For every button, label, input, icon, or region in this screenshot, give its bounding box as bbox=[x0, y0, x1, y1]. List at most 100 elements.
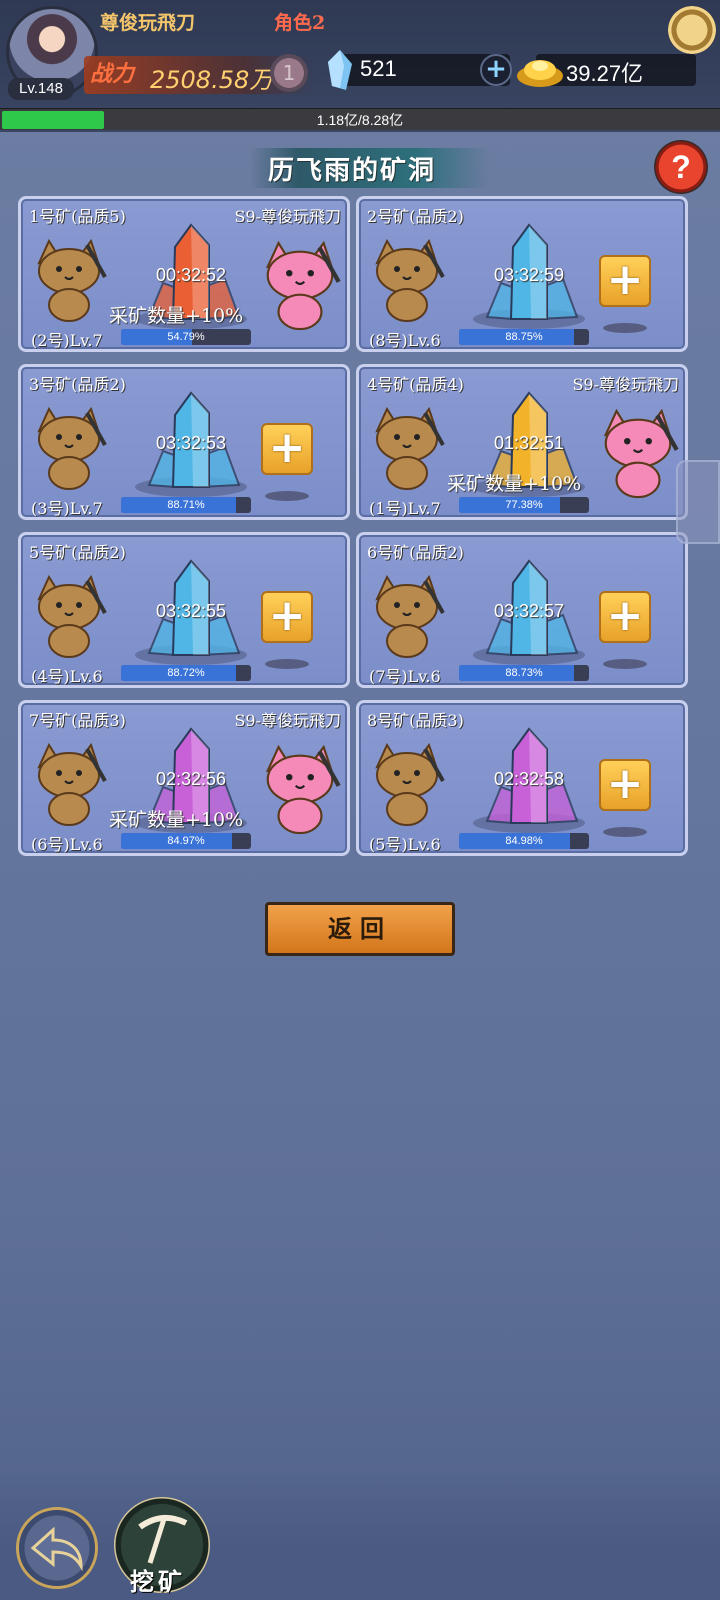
mine-progress-bar: 77.38% bbox=[459, 497, 589, 513]
occupier-cat[interactable] bbox=[595, 403, 681, 503]
mine-card[interactable]: 6号矿(品质2) 03:32:57 + (7号)Lv.6 88.73% bbox=[356, 532, 688, 688]
mine-progress-bar: 88.71% bbox=[121, 497, 251, 513]
add-button-shadow bbox=[603, 827, 647, 837]
mine-timer: 00:32:52 bbox=[155, 265, 227, 285]
miner-cat-icon bbox=[37, 406, 107, 490]
exp-text: 1.18亿/8.28亿 bbox=[316, 112, 404, 128]
add-worker-button[interactable]: + bbox=[599, 591, 651, 643]
worker-cat bbox=[367, 741, 447, 827]
mine-card[interactable]: 3号矿(品质2) 03:32:53 + (3号)Lv.7 88.71% bbox=[18, 364, 350, 520]
worker-level: (1号)Lv.7 bbox=[369, 499, 441, 518]
pink-cat-icon bbox=[265, 240, 341, 331]
miner-cat-icon bbox=[375, 238, 445, 322]
mine-progress-text: 77.38% bbox=[505, 499, 543, 511]
worker-level: (8号)Lv.6 bbox=[369, 331, 441, 350]
mine-timer: 03:32:57 bbox=[493, 601, 565, 621]
add-worker-button[interactable]: + bbox=[261, 591, 313, 643]
back-button[interactable] bbox=[16, 1507, 98, 1589]
miner-cat-icon bbox=[37, 742, 107, 826]
mine-progress-text: 54.79% bbox=[167, 331, 205, 343]
vip-badge[interactable]: 1 bbox=[270, 54, 308, 92]
mine-progress-text: 84.98% bbox=[505, 835, 543, 847]
mine-card[interactable]: 5号矿(品质2) 03:32:55 + (4号)Lv.6 88.72% bbox=[18, 532, 350, 688]
worker-level: (6号)Lv.6 bbox=[31, 835, 103, 854]
worker-cat bbox=[29, 741, 109, 827]
mine-title: 8号矿(品质3) bbox=[367, 711, 464, 730]
power-value: 2508.58万 bbox=[150, 66, 274, 94]
miner-cat-icon bbox=[375, 574, 445, 658]
bottom-bar bbox=[0, 1470, 720, 1600]
mine-title: 3号矿(品质2) bbox=[29, 375, 126, 394]
mine-progress-bar: 88.72% bbox=[121, 665, 251, 681]
mine-button-label: 挖矿 bbox=[130, 1567, 186, 1596]
miner-cat-icon bbox=[37, 574, 107, 658]
miner-cat-icon bbox=[375, 406, 445, 490]
add-button-shadow bbox=[265, 491, 309, 501]
miner-cat-icon bbox=[37, 238, 107, 322]
mine-title: 4号矿(品质4) bbox=[367, 375, 464, 394]
return-button[interactable]: 返回 bbox=[265, 902, 455, 956]
occupier-cat[interactable] bbox=[257, 235, 343, 335]
mine-progress-bar: 84.98% bbox=[459, 833, 589, 849]
worker-level: (4号)Lv.6 bbox=[31, 667, 103, 686]
add-gems-button[interactable]: + bbox=[480, 54, 512, 86]
mine-card[interactable]: 7号矿(品质3) S9-尊俊玩飛刀 02:32:56 采矿数量+10% (6号)Lv… bbox=[18, 700, 350, 856]
gem-value: 521 bbox=[360, 56, 397, 81]
pink-cat-icon bbox=[603, 408, 679, 499]
mine-title: 2号矿(品质2) bbox=[367, 207, 464, 226]
exp-bar: 1.18亿/8.28亿 bbox=[0, 108, 720, 130]
worker-cat bbox=[367, 405, 447, 491]
add-button-shadow bbox=[603, 323, 647, 333]
mine-timer: 02:32:58 bbox=[493, 769, 565, 789]
occupier-cat[interactable] bbox=[257, 739, 343, 839]
worker-cat bbox=[367, 573, 447, 659]
crystal-gem-icon bbox=[328, 50, 352, 90]
add-worker-button[interactable]: + bbox=[261, 423, 313, 475]
page-title: 历飞雨的矿洞 bbox=[268, 156, 437, 186]
gear-icon[interactable] bbox=[668, 6, 716, 54]
worker-cat bbox=[29, 573, 109, 659]
mine-progress-text: 88.75% bbox=[505, 331, 543, 343]
add-worker-button[interactable]: + bbox=[599, 759, 651, 811]
mine-timer: 01:32:51 bbox=[493, 433, 565, 453]
role-label[interactable]: 角色2 bbox=[274, 8, 325, 35]
player-level: Lv.148 bbox=[8, 78, 74, 100]
mining-bonus: 采矿数量+10% bbox=[109, 809, 244, 831]
mine-title: 7号矿(品质3) bbox=[29, 711, 126, 730]
miner-cat-icon bbox=[375, 742, 445, 826]
help-button[interactable]: ? bbox=[654, 140, 708, 194]
player-name: 尊俊玩飛刀 bbox=[100, 12, 196, 34]
mine-progress-text: 84.97% bbox=[167, 835, 205, 847]
pink-cat-icon bbox=[265, 744, 341, 835]
mine-title: 1号矿(品质5) bbox=[29, 207, 126, 226]
gold-ingot-icon bbox=[517, 60, 563, 87]
mine-card[interactable]: 2号矿(品质2) 03:32:59 + (8号)Lv.6 88.75% bbox=[356, 196, 688, 352]
mine-timer: 03:32:55 bbox=[155, 601, 227, 621]
mine-card[interactable]: 4号矿(品质4) S9-尊俊玩飛刀 01:32:51 采矿数量+10% (1号)Lv… bbox=[356, 364, 688, 520]
worker-level: (5号)Lv.6 bbox=[369, 835, 441, 854]
gold-value: 39.27亿 bbox=[566, 61, 644, 86]
add-button-shadow bbox=[603, 659, 647, 669]
mine-timer: 03:32:59 bbox=[493, 265, 565, 285]
worker-cat bbox=[29, 405, 109, 491]
mine-title: 6号矿(品质2) bbox=[367, 543, 464, 562]
mine-progress-text: 88.72% bbox=[167, 667, 205, 679]
mining-bonus: 采矿数量+10% bbox=[447, 473, 582, 495]
mine-card[interactable]: 8号矿(品质3) 02:32:58 + (5号)Lv.6 84.98% bbox=[356, 700, 688, 856]
mine-progress-bar: 88.73% bbox=[459, 665, 589, 681]
worker-level: (3号)Lv.7 bbox=[31, 499, 103, 518]
mine-timer: 03:32:53 bbox=[155, 433, 227, 453]
mine-card[interactable]: 1号矿(品质5) S9-尊俊玩飛刀 00:32:52 采矿数量+10% (2号)Lv… bbox=[18, 196, 350, 352]
mine-progress-bar: 54.79% bbox=[121, 329, 251, 345]
worker-level: (7号)Lv.6 bbox=[369, 667, 441, 686]
mining-bonus: 采矿数量+10% bbox=[109, 305, 244, 327]
worker-cat bbox=[29, 237, 109, 323]
add-worker-button[interactable]: + bbox=[599, 255, 651, 307]
worker-cat bbox=[367, 237, 447, 323]
mine-timer: 02:32:56 bbox=[155, 769, 227, 789]
mine-progress-bar: 84.97% bbox=[121, 833, 251, 849]
side-tab[interactable] bbox=[676, 460, 720, 544]
mine-progress-bar: 88.75% bbox=[459, 329, 589, 345]
mine-title: 5号矿(品质2) bbox=[29, 543, 126, 562]
mine-progress-text: 88.71% bbox=[167, 499, 205, 511]
